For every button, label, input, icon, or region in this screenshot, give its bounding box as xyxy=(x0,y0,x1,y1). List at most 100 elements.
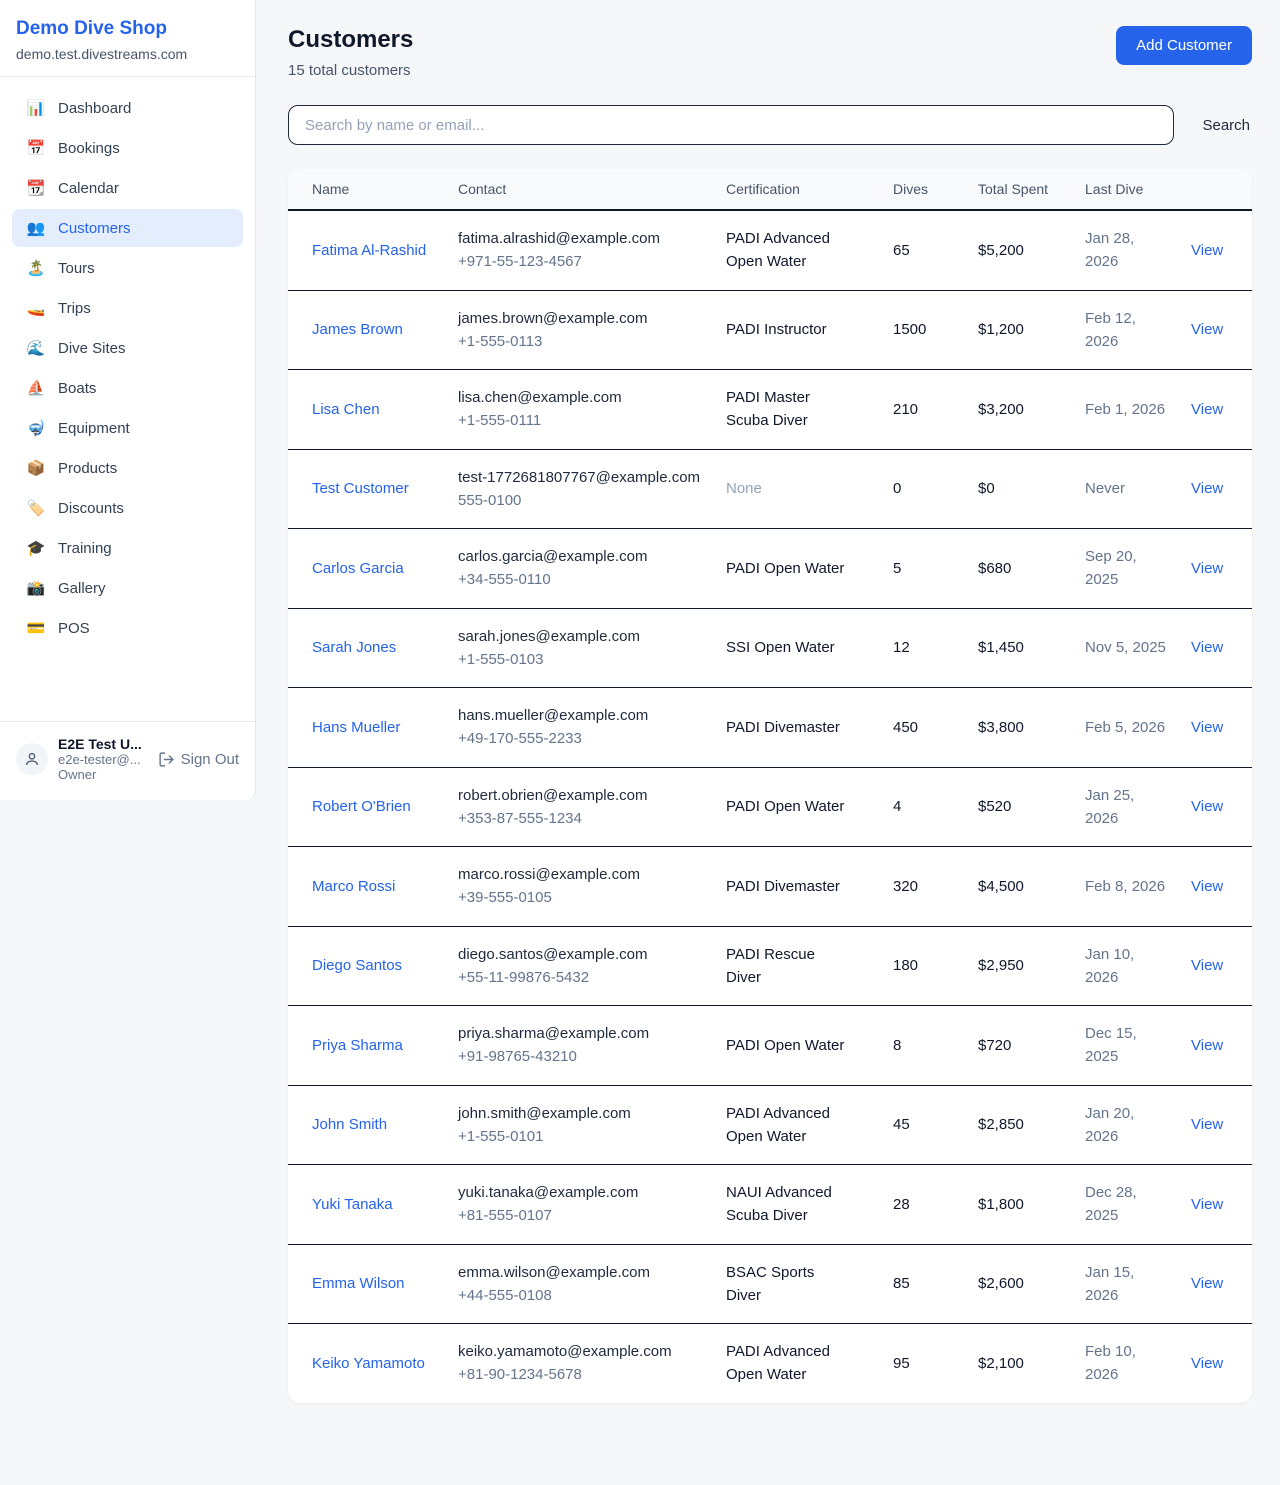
package-icon: 📦 xyxy=(26,459,46,477)
customer-certification: PADI Advanced Open Water xyxy=(726,230,830,270)
add-customer-button[interactable]: Add Customer xyxy=(1116,26,1252,65)
customer-email: sarah.jones@example.com xyxy=(458,625,702,648)
column-header-dives: Dives xyxy=(881,169,966,210)
view-link[interactable]: View xyxy=(1191,639,1223,656)
view-link[interactable]: View xyxy=(1191,321,1223,338)
sidebar-item-label: Discounts xyxy=(58,500,124,517)
sidebar-item-boats[interactable]: ⛵ Boats xyxy=(12,369,243,407)
customer-email: fatima.alrashid@example.com xyxy=(458,227,702,250)
sidebar-item-label: Bookings xyxy=(58,140,120,157)
customer-name-link[interactable]: Marco Rossi xyxy=(312,878,395,895)
customer-name-link[interactable]: James Brown xyxy=(312,321,403,338)
customer-name-link[interactable]: Lisa Chen xyxy=(312,401,380,418)
user-info: E2E Test U... e2e-tester@... Owner xyxy=(58,736,148,782)
customer-row: Test Customer test-1772681807767@example… xyxy=(288,449,1252,529)
customer-phone: +1-555-0113 xyxy=(458,330,702,353)
sidebar-item-discounts[interactable]: 🏷️ Discounts xyxy=(12,489,243,527)
people-icon: 👥 xyxy=(26,219,46,237)
customer-last-dive: Jan 25, 2026 xyxy=(1085,787,1134,827)
customer-certification: None xyxy=(726,480,762,497)
sidebar-item-label: Trips xyxy=(58,300,91,317)
view-link[interactable]: View xyxy=(1191,1355,1223,1372)
customer-phone: +1-555-0103 xyxy=(458,648,702,671)
camera-icon: 📸 xyxy=(26,579,46,597)
view-link[interactable]: View xyxy=(1191,1116,1223,1133)
customer-certification: PADI Open Water xyxy=(726,560,844,577)
customer-name-link[interactable]: Priya Sharma xyxy=(312,1037,403,1054)
customer-phone: +1-555-0101 xyxy=(458,1125,702,1148)
sidebar: Demo Dive Shop demo.test.divestreams.com… xyxy=(0,0,256,800)
sign-out-button[interactable]: Sign Out xyxy=(158,751,239,768)
customer-certification: PADI Open Water xyxy=(726,798,844,815)
customer-name-link[interactable]: Diego Santos xyxy=(312,957,402,974)
view-link[interactable]: View xyxy=(1191,242,1223,259)
view-link[interactable]: View xyxy=(1191,480,1223,497)
sign-out-label: Sign Out xyxy=(181,751,239,768)
customer-name-link[interactable]: Keiko Yamamoto xyxy=(312,1355,425,1372)
sidebar-item-label: Equipment xyxy=(58,420,130,437)
customer-row: Marco Rossi marco.rossi@example.com +39-… xyxy=(288,847,1252,927)
customer-row: Keiko Yamamoto keiko.yamamoto@example.co… xyxy=(288,1324,1252,1403)
table-header-row: Name Contact Certification Dives Total S… xyxy=(288,169,1252,210)
customer-last-dive: Jan 15, 2026 xyxy=(1085,1264,1134,1304)
sidebar-item-products[interactable]: 📦 Products xyxy=(12,449,243,487)
sidebar-item-tours[interactable]: 🏝️ Tours xyxy=(12,249,243,287)
person-icon xyxy=(24,751,40,767)
customer-certification: PADI Instructor xyxy=(726,321,827,338)
customer-count: 15 total customers xyxy=(288,62,413,79)
sidebar-item-label: Tours xyxy=(58,260,95,277)
view-link[interactable]: View xyxy=(1191,957,1223,974)
customer-last-dive: Dec 15, 2025 xyxy=(1085,1025,1137,1065)
view-link[interactable]: View xyxy=(1191,401,1223,418)
sailboat-icon: ⛵ xyxy=(26,379,46,397)
sidebar-item-trips[interactable]: 🚤 Trips xyxy=(12,289,243,327)
customer-name-link[interactable]: Emma Wilson xyxy=(312,1275,405,1292)
customer-name-link[interactable]: Test Customer xyxy=(312,480,409,497)
customer-email: emma.wilson@example.com xyxy=(458,1261,702,1284)
sidebar-item-dive-sites[interactable]: 🌊 Dive Sites xyxy=(12,329,243,367)
search-input[interactable] xyxy=(288,105,1174,145)
customer-dives: 0 xyxy=(893,480,901,497)
customer-name-link[interactable]: Fatima Al-Rashid xyxy=(312,242,426,259)
view-link[interactable]: View xyxy=(1191,1196,1223,1213)
sidebar-item-pos[interactable]: 💳 POS xyxy=(12,609,243,647)
customer-certification: PADI Advanced Open Water xyxy=(726,1343,830,1383)
customer-dives: 45 xyxy=(893,1116,910,1133)
customer-last-dive: Jan 10, 2026 xyxy=(1085,946,1134,986)
sidebar-item-dashboard[interactable]: 📊 Dashboard xyxy=(12,89,243,127)
view-link[interactable]: View xyxy=(1191,560,1223,577)
wave-icon: 🌊 xyxy=(26,339,46,357)
customer-phone: 555-0100 xyxy=(458,489,702,512)
customer-dives: 450 xyxy=(893,719,918,736)
sidebar-item-equipment[interactable]: 🤿 Equipment xyxy=(12,409,243,447)
customer-last-dive: Never xyxy=(1085,480,1125,497)
user-email: e2e-tester@... xyxy=(58,752,148,767)
search-button[interactable]: Search xyxy=(1200,111,1252,140)
user-name: E2E Test U... xyxy=(58,736,148,752)
customer-row: Hans Mueller hans.mueller@example.com +4… xyxy=(288,688,1252,768)
customer-row: James Brown james.brown@example.com +1-5… xyxy=(288,290,1252,370)
customer-name-link[interactable]: Sarah Jones xyxy=(312,639,396,656)
calendar-icon: 📆 xyxy=(26,179,46,197)
sidebar-item-customers[interactable]: 👥 Customers xyxy=(12,209,243,247)
customer-total-spent: $3,200 xyxy=(978,401,1024,418)
customer-last-dive: Jan 20, 2026 xyxy=(1085,1105,1134,1145)
customer-name-link[interactable]: Yuki Tanaka xyxy=(312,1196,393,1213)
customer-last-dive: Dec 28, 2025 xyxy=(1085,1184,1137,1224)
sidebar-item-calendar[interactable]: 📆 Calendar xyxy=(12,169,243,207)
customer-name-link[interactable]: Hans Mueller xyxy=(312,719,400,736)
customer-name-link[interactable]: John Smith xyxy=(312,1116,387,1133)
customer-row: Priya Sharma priya.sharma@example.com +9… xyxy=(288,1006,1252,1086)
customer-total-spent: $4,500 xyxy=(978,878,1024,895)
view-link[interactable]: View xyxy=(1191,1275,1223,1292)
view-link[interactable]: View xyxy=(1191,719,1223,736)
view-link[interactable]: View xyxy=(1191,798,1223,815)
view-link[interactable]: View xyxy=(1191,1037,1223,1054)
customer-name-link[interactable]: Carlos Garcia xyxy=(312,560,404,577)
customer-name-link[interactable]: Robert O'Brien xyxy=(312,798,411,815)
sidebar-item-bookings[interactable]: 📅 Bookings xyxy=(12,129,243,167)
sidebar-item-gallery[interactable]: 📸 Gallery xyxy=(12,569,243,607)
view-link[interactable]: View xyxy=(1191,878,1223,895)
user-role: Owner xyxy=(58,767,148,782)
sidebar-item-training[interactable]: 🎓 Training xyxy=(12,529,243,567)
